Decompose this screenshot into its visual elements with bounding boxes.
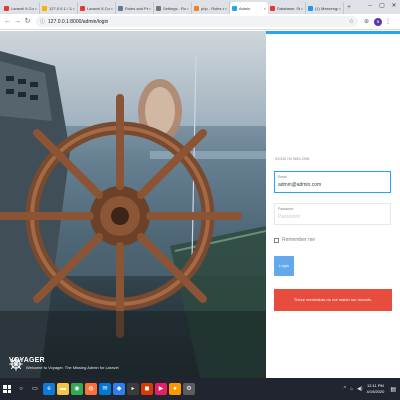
system-tray: ^ ⌂ ◀) 12:11 PM 4/19/2020 ▤ xyxy=(344,378,396,400)
windows-logo-icon xyxy=(3,385,11,393)
browser-tab[interactable]: 127.0.0.1 / 127× xyxy=(40,2,78,14)
browser-menu-icon[interactable]: ⋮ xyxy=(385,18,391,25)
password-label: Password xyxy=(278,207,294,211)
tab-favicon-icon xyxy=(232,5,237,11)
tab-close-icon[interactable]: × xyxy=(111,6,113,11)
site-info-icon[interactable]: ⓘ xyxy=(40,18,45,25)
hero-background: VOYAGER Welcome to Voyager. The Missing … xyxy=(0,31,266,378)
browser-tab[interactable]: Roles and Perm× xyxy=(116,2,154,14)
maximize-button[interactable]: ▢ xyxy=(376,0,388,12)
search-icon[interactable]: ○ xyxy=(15,383,27,395)
signin-title: SIGN IN BELOW: xyxy=(275,156,311,161)
login-panel: SIGN IN BELOW: Email admin@admin.com Pas… xyxy=(266,31,400,378)
brand-tagline: Welcome to Voyager. The Missing Admin fo… xyxy=(26,365,119,370)
browser-tab[interactable]: Database: See× xyxy=(268,2,306,14)
chrome-icon[interactable]: ◉ xyxy=(71,383,83,395)
taskbar: ○ ▭ e ▬ ◉ ◍ ✉ ◆ ▸ ◼ ▶ ● ⚙ ^ ⌂ ◀) 12:11 PM 4/19/2020 … xyxy=(0,378,400,400)
notification-icon[interactable]: ▤ xyxy=(390,386,396,393)
browser-tab[interactable]: Laravel 8 Com× xyxy=(78,2,116,14)
remember-label: Remember me xyxy=(282,237,316,243)
tab-favicon-icon xyxy=(156,5,161,11)
tab-close-icon[interactable]: × xyxy=(73,6,75,11)
tab-strip: Laravel 8 Com×127.0.0.1 / 127×Laravel 8 … xyxy=(0,0,400,14)
media-icon[interactable]: ▶ xyxy=(155,383,167,395)
tab-label: Database: See xyxy=(277,5,300,11)
clock[interactable]: 12:11 PM 4/19/2020 xyxy=(367,383,385,395)
tab-label: Settings - Rou xyxy=(163,5,186,11)
voyager-helm-icon xyxy=(9,357,23,371)
remember-checkbox[interactable] xyxy=(274,237,279,243)
email-label: Email xyxy=(278,175,287,179)
tab-label: Laravel 8 Com xyxy=(87,5,110,11)
tab-favicon-icon xyxy=(118,5,123,11)
email-field[interactable]: Email admin@admin.com xyxy=(274,171,391,193)
tab-close-icon[interactable]: × xyxy=(35,6,37,11)
tab-favicon-icon xyxy=(4,5,9,11)
forward-button[interactable]: → xyxy=(13,17,22,26)
browser-tab[interactable]: php - Roles a × xyxy=(192,2,230,14)
toolbar-icons: ⊕ B ⋮ xyxy=(364,17,396,26)
screen: Laravel 8 Com×127.0.0.1 / 127×Laravel 8 … xyxy=(0,0,400,400)
reload-button[interactable]: ↻ xyxy=(23,17,32,26)
mail-icon[interactable]: ✉ xyxy=(99,383,111,395)
volume-icon[interactable]: ◀) xyxy=(357,386,363,392)
tab-favicon-icon xyxy=(308,5,313,11)
window-controls: – ▢ ✕ xyxy=(364,0,400,14)
settings-icon[interactable]: ⚙ xyxy=(183,383,195,395)
tab-close-icon[interactable]: × xyxy=(149,6,151,11)
back-button[interactable]: ← xyxy=(3,17,12,26)
address-bar[interactable]: ⓘ 127.0.0.1:8000/admin/login ☆ xyxy=(36,16,358,27)
tab-label: 127.0.0.1 / 127 xyxy=(49,5,72,11)
tab-close-icon[interactable]: × xyxy=(264,6,266,11)
brand: VOYAGER xyxy=(9,357,45,371)
edge-icon[interactable]: e xyxy=(43,383,55,395)
terminal-icon[interactable]: ▸ xyxy=(127,383,139,395)
file-explorer-icon[interactable]: ▬ xyxy=(57,383,69,395)
error-alert: These credentials do not match our recor… xyxy=(274,289,392,311)
network-icon[interactable]: ⌂ xyxy=(350,386,353,392)
ship-wheel-illustration xyxy=(0,51,266,378)
tab-favicon-icon xyxy=(270,5,275,11)
task-view-icon[interactable]: ▭ xyxy=(29,383,41,395)
start-button[interactable] xyxy=(0,378,14,400)
password-field[interactable]: Password Password xyxy=(274,203,391,225)
remember-me[interactable]: Remember me xyxy=(274,237,315,243)
password-placeholder[interactable]: Password xyxy=(278,214,300,220)
profile-avatar[interactable]: B xyxy=(374,17,383,26)
tab-favicon-icon xyxy=(194,5,199,11)
login-button[interactable]: Login xyxy=(274,256,294,276)
browser-toolbar: ← → ↻ ⓘ 127.0.0.1:8000/admin/login ☆ ⊕ B… xyxy=(0,14,400,30)
taskbar-apps: ○ ▭ e ▬ ◉ ◍ ✉ ◆ ▸ ◼ ▶ ● ⚙ xyxy=(14,383,196,395)
tray-expand-icon[interactable]: ^ xyxy=(344,386,346,392)
tab-close-icon[interactable]: × xyxy=(225,6,227,11)
tab-label: Roles and Perm xyxy=(125,5,148,11)
tab-label: Admin xyxy=(239,5,251,11)
bookmark-star-icon[interactable]: ☆ xyxy=(349,18,354,25)
extension-icon[interactable]: ⊕ xyxy=(364,18,369,25)
app-icon[interactable]: ● xyxy=(169,383,181,395)
close-window-button[interactable]: ✕ xyxy=(388,0,400,12)
tab-favicon-icon xyxy=(80,5,85,11)
tab-label: Laravel 8 Com xyxy=(11,5,34,11)
browser-tab[interactable]: Admin × xyxy=(230,2,268,14)
email-value[interactable]: admin@admin.com xyxy=(278,182,321,188)
vscode-icon[interactable]: ◆ xyxy=(113,383,125,395)
address-url[interactable]: 127.0.0.1:8000/admin/login xyxy=(48,19,108,25)
clock-date: 4/19/2020 xyxy=(366,389,385,394)
browser-tab[interactable]: (1) Messenger× xyxy=(306,2,344,14)
tab-close-icon[interactable]: × xyxy=(187,6,189,11)
browser-tab[interactable]: Laravel 8 Com× xyxy=(2,2,40,14)
browser-tab[interactable]: Settings - Rou× xyxy=(154,2,192,14)
firefox-icon[interactable]: ◍ xyxy=(85,383,97,395)
tab-label: php - Roles a xyxy=(201,5,224,11)
minimize-button[interactable]: – xyxy=(364,0,376,12)
tab-label: (1) Messenger xyxy=(315,5,338,11)
tab-favicon-icon xyxy=(42,5,47,11)
store-icon[interactable]: ◼ xyxy=(141,383,153,395)
tab-close-icon[interactable]: × xyxy=(301,6,303,11)
new-tab-button[interactable]: + xyxy=(344,2,351,14)
tab-close-icon[interactable]: × xyxy=(339,6,341,11)
